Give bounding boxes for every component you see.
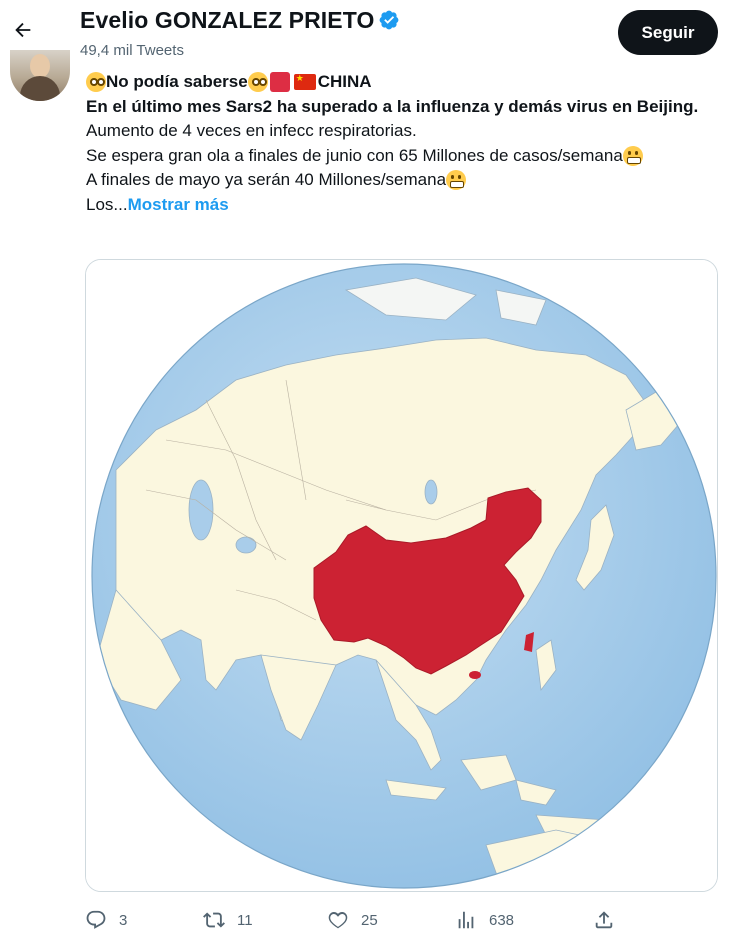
tweet-truncated-text: Los... — [86, 194, 128, 214]
show-more-link[interactable]: Mostrar más — [128, 193, 229, 218]
profile-name-text: Evelio GONZALEZ PRIETO — [80, 7, 375, 33]
red-square-icon — [269, 72, 290, 93]
retweet-button[interactable]: 11 — [203, 905, 253, 935]
back-button[interactable] — [6, 13, 40, 47]
tweet-line-1-country: CHINA — [317, 72, 372, 91]
tweet-line-5: A finales de mayo ya serán 40 Millones/s… — [86, 168, 726, 193]
grimacing-face-icon — [446, 170, 467, 191]
retweet-icon — [203, 912, 225, 928]
hainan-highlight-region — [469, 671, 481, 679]
like-button[interactable]: 25 — [327, 905, 378, 935]
views-count: 638 — [489, 911, 515, 929]
avatar[interactable] — [10, 50, 70, 101]
tweet-image-globe-map[interactable] — [85, 259, 718, 892]
profile-header: Evelio GONZALEZ PRIETO 49,4 mil Tweets S… — [0, 0, 738, 64]
like-count: 25 — [361, 911, 378, 929]
tweet-line-3: Aumento de 4 veces en infecc respiratori… — [86, 121, 417, 140]
flushed-face-icon — [86, 72, 106, 93]
tweet-line-1-text: No podía saberse — [106, 72, 248, 91]
flushed-face-icon — [247, 72, 268, 93]
reply-count: 3 — [119, 911, 128, 929]
retweet-count: 11 — [237, 911, 253, 929]
reply-icon — [86, 910, 106, 929]
share-icon — [595, 911, 613, 929]
reply-button[interactable]: 3 — [85, 905, 127, 935]
tweet-text: No podía saberse CHINA En el último mes … — [86, 70, 726, 217]
tweet-line-2: En el último mes Sars2 ha superado a la … — [86, 96, 699, 116]
views-button[interactable]: 638 — [455, 905, 514, 935]
tweet-count: 49,4 mil Tweets — [80, 42, 184, 59]
tweet-line-1: No podía saberse CHINA — [86, 70, 726, 95]
tweet-line-4: Se espera gran ola a finales de junio co… — [86, 144, 726, 169]
grimacing-face-icon — [622, 145, 643, 166]
follow-button[interactable]: Seguir — [618, 10, 718, 55]
tweet-action-bar: 3 11 25 638 — [80, 905, 640, 935]
heart-icon — [328, 912, 348, 929]
china-flag-icon — [293, 72, 316, 91]
arrow-left-icon — [15, 22, 31, 38]
share-button[interactable] — [593, 905, 615, 935]
verified-badge-icon — [380, 10, 399, 30]
profile-name[interactable]: Evelio GONZALEZ PRIETO — [80, 7, 400, 34]
views-icon — [458, 911, 474, 929]
tweet-line-5-text: A finales de mayo ya serán 40 Millones/s… — [86, 170, 447, 189]
globe-map-image — [86, 260, 717, 891]
tweet-line-6: Los... Mostrar más — [86, 193, 726, 218]
tweet-line-4-text: Se espera gran ola a finales de junio co… — [86, 145, 623, 165]
